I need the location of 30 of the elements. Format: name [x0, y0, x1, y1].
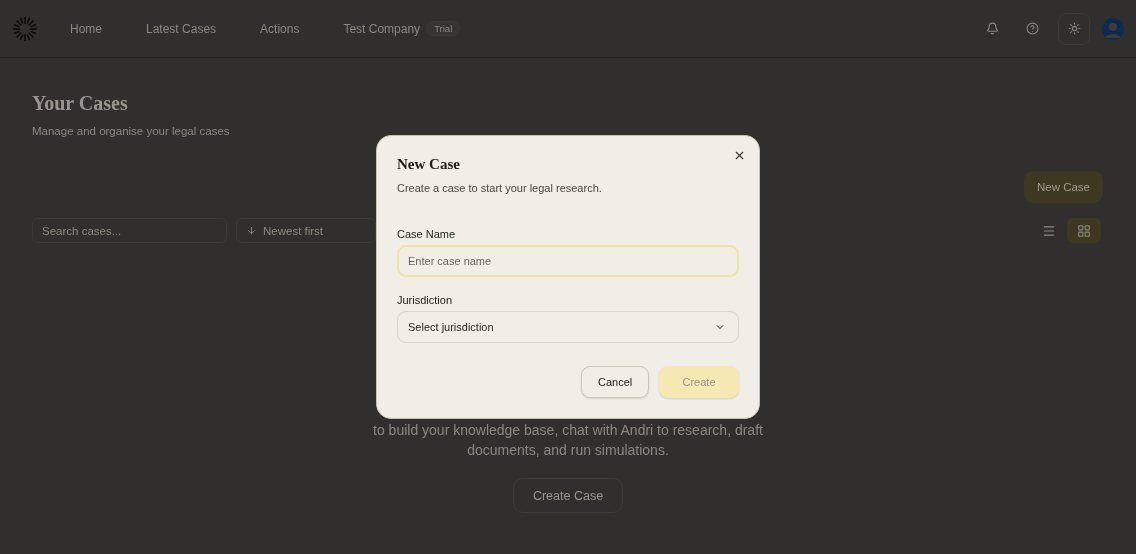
- help-icon: [1025, 22, 1039, 35]
- page-subtitle: Manage and organise your legal cases: [32, 125, 231, 137]
- sun-icon: [1067, 22, 1081, 35]
- search-field[interactable]: Search cases...: [32, 218, 227, 243]
- nav-link[interactable]: Actions: [260, 21, 300, 36]
- field-label: Jurisdiction: [397, 294, 454, 306]
- empty-state-text: to build your knowledge base, chat with Andri to research, draft: [373, 421, 763, 440]
- company-name[interactable]: Test Company: [343, 21, 421, 36]
- dialog-title: New Case: [397, 156, 461, 173]
- grid-view-icon: [1077, 223, 1091, 238]
- field-label: Case Name: [397, 228, 457, 240]
- case-name-field[interactable]: Enter case name: [397, 245, 739, 277]
- nav-link[interactable]: Home: [70, 21, 102, 36]
- empty-state-text: documents, and run simulations.: [467, 441, 669, 460]
- cancel-button[interactable]: Cancel: [581, 366, 649, 398]
- new-case-button[interactable]: New Case: [1023, 171, 1103, 203]
- page-title: Your Cases: [32, 92, 129, 115]
- sort-dropdown[interactable]: Newest first: [236, 218, 376, 243]
- jurisdiction-select[interactable]: Select jurisdiction: [397, 311, 739, 343]
- arrow-down-icon: [246, 225, 257, 236]
- bell-icon: [985, 22, 999, 35]
- dialog-description: Create a case to start your legal research.: [397, 182, 603, 194]
- create-case-button[interactable]: Create Case: [512, 478, 624, 513]
- close-button[interactable]: [733, 149, 746, 162]
- plan-badge: Trial: [426, 21, 461, 36]
- nav-link[interactable]: Latest Cases: [146, 21, 217, 36]
- view-toggle-button[interactable]: [1067, 218, 1101, 243]
- close-icon: [733, 149, 746, 162]
- theme-toggle-button[interactable]: [1058, 12, 1090, 45]
- list-view-icon: [1042, 223, 1056, 238]
